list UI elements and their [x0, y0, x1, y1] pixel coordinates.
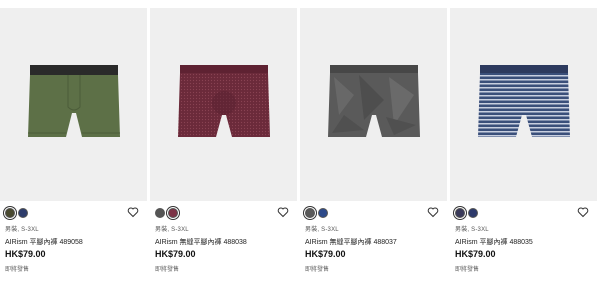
color-swatch[interactable] — [305, 208, 315, 218]
heart-icon[interactable] — [577, 206, 589, 218]
product-name[interactable]: AIRism 無縫平腳內褲 488038 — [155, 237, 247, 247]
color-swatch[interactable] — [155, 208, 165, 218]
shipping-status: 即將發售 — [455, 267, 480, 273]
color-swatch[interactable] — [468, 208, 478, 218]
product-name[interactable]: AIRism 無縫平腳內褲 488037 — [305, 237, 397, 247]
heart-icon[interactable] — [127, 206, 139, 218]
color-swatch[interactable] — [5, 208, 15, 218]
product-card[interactable]: 男裝, S-3XL AIRism 無縫平腳內褲 488038 HK$79.00 … — [150, 0, 297, 282]
color-swatches — [5, 208, 28, 218]
heart-icon[interactable] — [277, 206, 289, 218]
boxer-briefs-image — [327, 64, 420, 137]
color-swatch[interactable] — [318, 208, 328, 218]
heart-icon[interactable] — [427, 206, 439, 218]
product-price: HK$79.00 — [305, 249, 346, 259]
product-image[interactable] — [300, 8, 447, 201]
color-swatch[interactable] — [168, 208, 178, 218]
shipping-status: 即將發售 — [155, 267, 180, 273]
product-card[interactable]: 男裝, S-3XL AIRism 無縫平腳內褲 488037 HK$79.00 … — [300, 0, 447, 282]
product-name[interactable]: AIRism 平腳內褲 488035 — [455, 237, 533, 247]
gender-size: 男裝, S-3XL — [155, 227, 189, 233]
product-image[interactable] — [450, 8, 597, 201]
color-swatches — [455, 208, 478, 218]
product-card[interactable]: 男裝, S-3XL AIRism 平腳內褲 488035 HK$79.00 即將… — [450, 0, 597, 282]
product-price: HK$79.00 — [5, 249, 46, 259]
boxer-briefs-image — [177, 64, 270, 137]
boxer-briefs-image — [477, 64, 570, 137]
gender-size: 男裝, S-3XL — [305, 227, 339, 233]
color-swatch[interactable] — [18, 208, 28, 218]
color-swatch[interactable] — [455, 208, 465, 218]
gender-size: 男裝, S-3XL — [5, 227, 39, 233]
product-price: HK$79.00 — [155, 249, 196, 259]
shipping-status: 即將發售 — [305, 267, 330, 273]
product-card[interactable]: 男裝, S-3XL AIRism 平腳內褲 489058 HK$79.00 即將… — [0, 0, 147, 282]
product-image[interactable] — [150, 8, 297, 201]
product-grid: 男裝, S-3XL AIRism 平腳內褲 489058 HK$79.00 即將… — [0, 0, 600, 282]
color-swatches — [305, 208, 328, 218]
product-image[interactable] — [0, 8, 147, 201]
product-price: HK$79.00 — [455, 249, 496, 259]
product-name[interactable]: AIRism 平腳內褲 489058 — [5, 237, 83, 247]
gender-size: 男裝, S-3XL — [455, 227, 489, 233]
color-swatches — [155, 208, 178, 218]
boxer-briefs-image — [27, 64, 120, 137]
shipping-status: 即將發售 — [5, 267, 30, 273]
